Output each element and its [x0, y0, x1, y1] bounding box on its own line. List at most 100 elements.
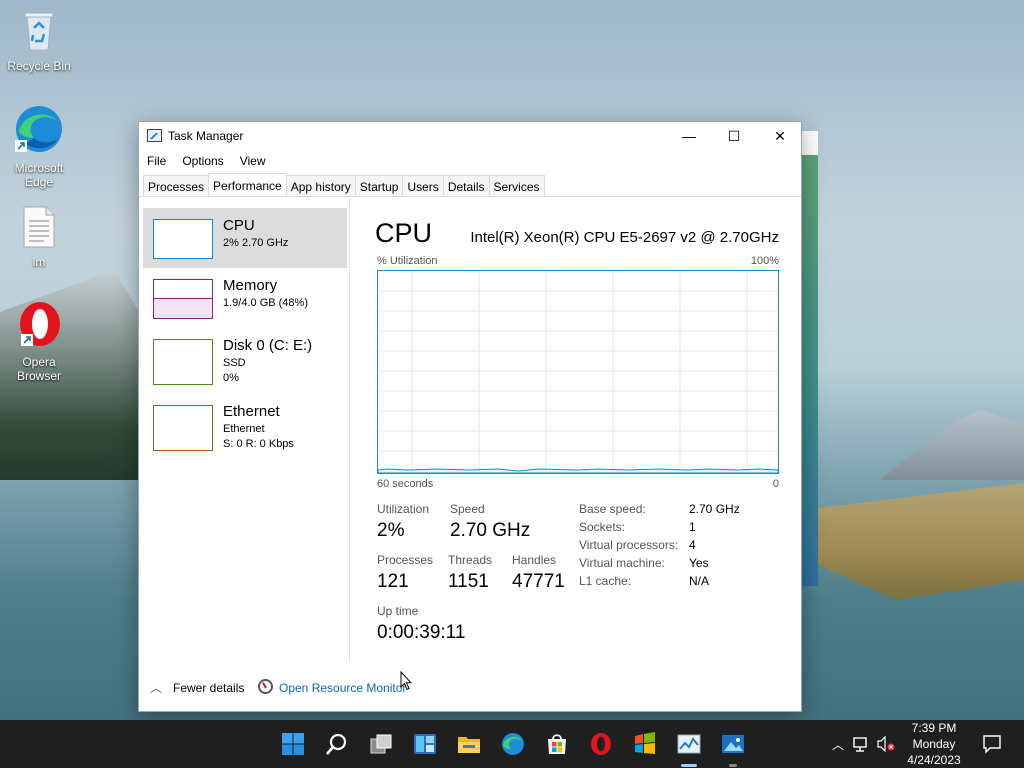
task-manager-app-icon: [147, 129, 162, 142]
tab-users[interactable]: Users: [402, 175, 444, 196]
taskbar: ︿ 7:39 PM Monday 4/24/2023: [0, 720, 1024, 768]
store-icon[interactable]: [545, 732, 569, 756]
recycle-bin-icon: [24, 12, 54, 51]
volume-muted-icon[interactable]: [877, 736, 895, 752]
desktop-icon-label: lm: [32, 255, 46, 269]
sidebar-item-detail: 0%: [223, 372, 239, 384]
processes-value: 121: [377, 571, 409, 592]
edge-icon[interactable]: [501, 732, 525, 756]
virtual-processors-label: Virtual processors:: [579, 538, 679, 552]
cpu-detail-panel: CPU Intel(R) Xeon(R) CPU E5-2697 v2 @ 2.…: [351, 198, 801, 662]
performance-sidebar: CPU 2% 2.70 GHz Memory 1.9/4.0 GB (48%) …: [139, 198, 350, 662]
chevron-up-icon[interactable]: ︿: [832, 736, 844, 753]
disk-thumbnail-graph: [153, 339, 213, 385]
running-app-indicator: [729, 764, 737, 767]
desktop-icon-label: Microsoft Edge: [14, 161, 64, 189]
tab-bar: Processes Performance App history Startu…: [139, 173, 801, 197]
handles-value: 47771: [512, 571, 565, 592]
photos-icon[interactable]: [721, 732, 745, 756]
opera-icon[interactable]: [589, 732, 613, 756]
title-bar[interactable]: Task Manager — ☐ ✕: [139, 122, 801, 150]
graph-label: % Utilization: [377, 255, 438, 267]
minimize-button[interactable]: —: [666, 122, 712, 150]
menu-file[interactable]: File: [139, 152, 174, 172]
background-mountain: [880, 410, 1024, 480]
base-speed-label: Base speed:: [579, 502, 646, 516]
tab-details[interactable]: Details: [442, 175, 490, 196]
virtual-processors-value: 4: [689, 538, 696, 552]
sidebar-item-detail: SSD: [223, 357, 246, 369]
sidebar-item-name: CPU: [223, 217, 255, 234]
virtual-machine-label: Virtual machine:: [579, 556, 665, 570]
cpu-utilization-graph: [377, 270, 779, 474]
utilization-value: 2%: [377, 520, 405, 541]
start-icon[interactable]: [281, 732, 305, 756]
opera-icon: [20, 302, 60, 346]
base-speed-value: 2.70 GHz: [689, 502, 740, 516]
menu-view[interactable]: View: [232, 152, 274, 172]
utilization-label: Utilization: [377, 502, 430, 516]
background-window-edge: [800, 131, 818, 586]
desktop-icon-lm-file[interactable]: lm: [4, 206, 74, 269]
sidebar-item-memory[interactable]: Memory 1.9/4.0 GB (48%): [143, 268, 347, 328]
cpu-heading: CPU: [375, 218, 433, 248]
cpu-model-name: Intel(R) Xeon(R) CPU E5-2697 v2 @ 2.70GH…: [470, 229, 779, 246]
search-icon[interactable]: [325, 732, 349, 756]
l1-cache-value: N/A: [689, 574, 710, 588]
clock-date: 4/24/2023: [907, 753, 961, 767]
sidebar-item-cpu[interactable]: CPU 2% 2.70 GHz: [143, 208, 347, 268]
sidebar-item-detail: Ethernet: [223, 423, 265, 435]
task-manager-icon[interactable]: [677, 732, 701, 756]
winrar-icon[interactable]: [633, 732, 657, 756]
virtual-machine-value: Yes: [689, 556, 709, 570]
tab-processes[interactable]: Processes: [143, 175, 210, 196]
menu-options[interactable]: Options: [174, 152, 231, 172]
desktop-icon-label: Opera Browser: [16, 355, 61, 383]
widgets-icon[interactable]: [413, 732, 437, 756]
notification-icon[interactable]: [982, 734, 1002, 754]
handles-label: Handles: [512, 553, 557, 567]
window-footer: ︿ Fewer details Open Resource Monitor: [139, 670, 801, 706]
file-explorer-icon[interactable]: [457, 732, 481, 756]
open-resource-monitor-link[interactable]: Open Resource Monitor: [279, 681, 406, 695]
sidebar-item-disk[interactable]: Disk 0 (C: E:) SSD 0%: [143, 328, 347, 388]
ethernet-thumbnail-graph: [153, 405, 213, 451]
mouse-cursor-icon: [400, 671, 412, 691]
graph-max-label: 100%: [750, 255, 779, 267]
task-manager-window: Task Manager — ☐ ✕ File Options View Pro…: [138, 121, 802, 712]
menu-bar: File Options View: [139, 152, 274, 172]
speed-label: Speed: [450, 502, 485, 516]
sidebar-item-detail: S: 0 R: 0 Kbps: [223, 438, 294, 450]
sidebar-item-name: Ethernet: [223, 403, 280, 420]
tab-app-history[interactable]: App history: [285, 175, 356, 196]
fewer-details-button[interactable]: Fewer details: [173, 681, 244, 695]
desktop-icon-opera[interactable]: Opera Browser: [4, 300, 74, 383]
cpu-graph-grid: [378, 271, 778, 473]
sidebar-item-ethernet[interactable]: Ethernet Ethernet S: 0 R: 0 Kbps: [143, 394, 347, 454]
speed-value: 2.70 GHz: [450, 520, 531, 541]
processes-label: Processes: [377, 553, 434, 567]
desktop-icon-edge[interactable]: Microsoft Edge: [4, 104, 74, 189]
memory-thumbnail-graph: [153, 279, 213, 319]
network-icon[interactable]: [853, 736, 871, 752]
cpu-thumbnail-graph: [153, 219, 213, 259]
sidebar-item-name: Disk 0 (C: E:): [223, 337, 313, 354]
desktop-icon-label: Recycle Bin: [7, 59, 71, 73]
clock[interactable]: 7:39 PM Monday 4/24/2023: [900, 720, 968, 768]
text-file-icon: [23, 206, 55, 248]
task-view-icon[interactable]: [369, 732, 393, 756]
sidebar-item-name: Memory: [223, 277, 278, 294]
desktop-icon-recycle-bin[interactable]: Recycle Bin: [4, 8, 74, 73]
sockets-label: Sockets:: [579, 520, 626, 534]
tab-performance[interactable]: Performance: [208, 173, 287, 196]
threads-value: 1151: [448, 571, 489, 592]
close-button[interactable]: ✕: [757, 122, 803, 150]
window-title: Task Manager: [168, 129, 244, 143]
graph-zero-label: 0: [772, 478, 779, 490]
tab-startup[interactable]: Startup: [354, 175, 404, 196]
edge-icon: [15, 106, 62, 152]
tab-services[interactable]: Services: [488, 175, 545, 196]
maximize-button[interactable]: ☐: [711, 122, 757, 150]
sidebar-item-detail: 1.9/4.0 GB (48%): [223, 297, 308, 309]
chevron-up-icon[interactable]: ︿: [150, 679, 162, 696]
